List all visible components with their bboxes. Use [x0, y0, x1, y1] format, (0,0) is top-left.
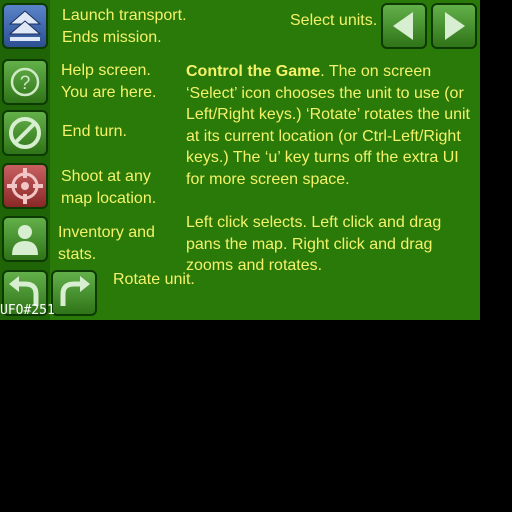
inventory-button[interactable] — [2, 216, 48, 262]
arrow-left-icon — [393, 12, 413, 40]
end-turn-label: End turn. — [62, 123, 127, 140]
svg-text:?: ? — [20, 73, 31, 94]
select-units-label: Select units. — [290, 12, 378, 29]
select-next-button[interactable] — [431, 3, 477, 49]
help-paragraph-1: Control the Game. The on screen ‘Select’… — [186, 61, 476, 190]
no-sign-icon — [9, 117, 41, 149]
help-button[interactable]: ? — [2, 59, 48, 105]
select-prev-button[interactable] — [381, 3, 427, 49]
launch-label-line2: Ends mission. — [62, 29, 162, 46]
help-body: Control the Game. The on screen ‘Select’… — [186, 61, 476, 299]
build-label: UFO#251 — [0, 303, 55, 318]
launch-transport-button[interactable] — [2, 3, 48, 49]
rotate-label: Rotate unit. — [113, 271, 195, 288]
shoot-button[interactable] — [2, 163, 48, 209]
help-paragraph-2: Left click selects. Left click and drag … — [186, 214, 442, 274]
rotate-right-button[interactable] — [51, 270, 97, 316]
end-turn-button[interactable] — [2, 110, 48, 156]
help-label-line1: Help screen. — [61, 62, 151, 79]
inventory-label-line2: stats. — [58, 246, 97, 263]
crosshair-icon — [7, 168, 43, 204]
inventory-label-line1: Inventory and — [58, 224, 155, 241]
chevron-up-icon — [8, 10, 42, 41]
person-icon — [12, 225, 38, 255]
question-icon: ? — [10, 67, 40, 97]
shoot-label-line2: map location. — [61, 190, 157, 207]
arrow-right-icon — [445, 12, 465, 40]
help-paragraph-1-text: . The on screen ‘Select’ icon chooses th… — [186, 63, 470, 188]
help-label-line2: You are here. — [61, 84, 157, 101]
rotate-right-icon — [60, 276, 90, 306]
help-heading: Control the Game — [186, 63, 321, 80]
shoot-label-line1: Shoot at any — [61, 168, 151, 185]
launch-label-line1: Launch transport. — [62, 7, 187, 24]
